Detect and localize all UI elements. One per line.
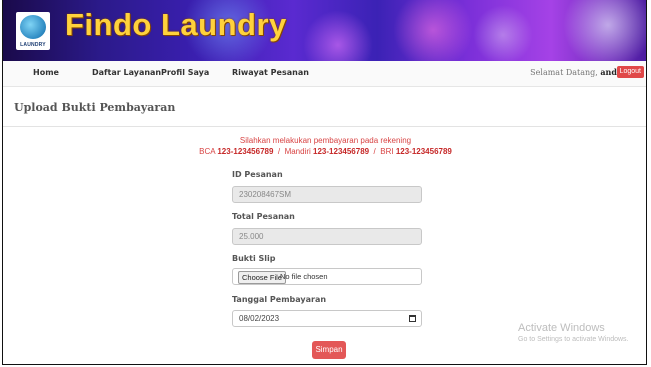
welcome-text: Selamat Datang, andi [530,67,620,77]
app-window: LAUNDRY Findo Laundry Home Daftar Layana… [2,0,647,365]
bukti-slip-label: Bukti Slip [232,254,276,263]
page-title: Upload Bukti Pembayaran [14,101,176,114]
id-pesanan-label: ID Pesanan [232,170,283,179]
date-value: 08/02/2023 [239,314,280,323]
washing-machine-icon [20,15,46,39]
bank-mandiri-label: Mandiri [284,147,311,156]
watermark-subtitle: Go to Settings to activate Windows. [518,336,629,343]
header-banner: LAUNDRY Findo Laundry [3,0,646,61]
welcome-prefix: Selamat Datang, [530,68,598,77]
calendar-icon[interactable] [409,315,416,322]
activate-windows-watermark: Activate Windows Go to Settings to activ… [518,322,629,343]
banner-bokeh [563,0,646,61]
id-pesanan-field: 230208467SM [232,186,422,203]
file-status: No file chosen [280,272,328,281]
bank-bca-label: BCA [199,147,216,156]
bank-accounts: BCA 123-123456789 / Mandiri 123-12345678… [3,147,646,156]
separator: / [373,147,376,156]
banner-bokeh [303,10,373,61]
brand-title[interactable]: Findo Laundry [65,7,287,43]
laundry-logo[interactable]: LAUNDRY [16,12,50,50]
bank-bri-number: 123-123456789 [395,147,452,156]
payment-instructions: Silahkan melakukan pembayaran pada reken… [239,136,412,145]
nav-item-profil-saya[interactable]: Profil Saya [161,68,209,77]
nav-item-home[interactable]: Home [33,68,59,77]
watermark-title: Activate Windows [518,322,605,334]
simpan-button[interactable]: Simpan [312,341,346,359]
nav-item-riwayat-pesanan[interactable]: Riwayat Pesanan [232,68,309,77]
separator: / [277,147,281,156]
banner-bokeh [473,5,533,61]
logout-button[interactable]: Logout [616,66,644,78]
total-pesanan-label: Total Pesanan [232,212,295,221]
total-pesanan-field: 25.000 [232,228,422,245]
nav-item-daftar-layanan[interactable]: Daftar Layanan [92,68,161,77]
divider [3,126,646,127]
choose-file-button[interactable]: Choose File [238,271,287,284]
bank-bca-number: 123-123456789 [217,147,274,156]
tanggal-pembayaran-input[interactable]: 08/02/2023 [232,310,422,327]
tanggal-pembayaran-label: Tanggal Pembayaran [232,295,327,304]
bank-mandiri-number: 123-123456789 [313,147,370,156]
bukti-slip-file-input[interactable]: Choose File No file chosen [232,268,422,285]
bank-bri-label: BRI [380,147,394,156]
banner-bokeh [393,0,473,61]
nav-bar: Home Daftar Layanan Profil Saya Riwayat … [3,61,646,87]
logo-text: LAUNDRY [20,42,46,48]
